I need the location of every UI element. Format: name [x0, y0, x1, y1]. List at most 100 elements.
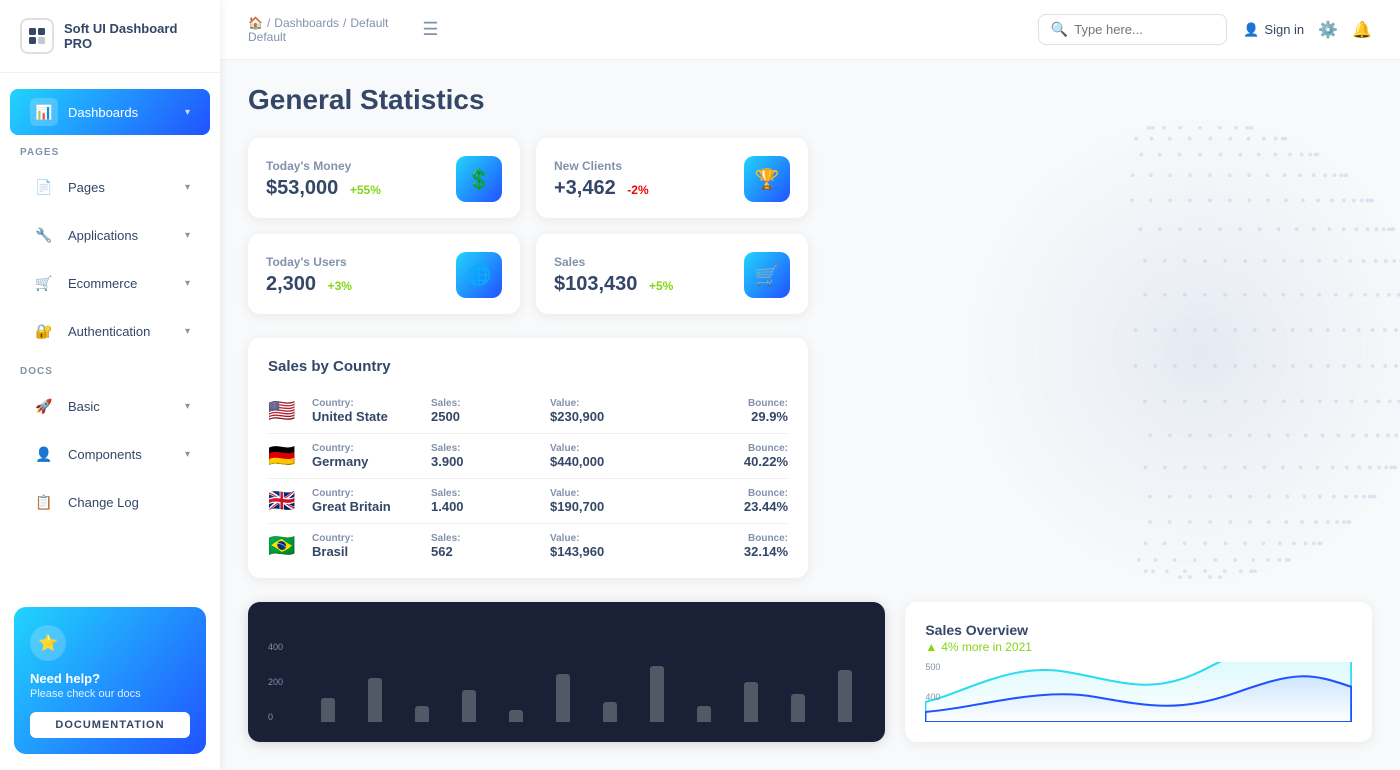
table-row: 🇧🇷 Country: Brasil Sales: 562 Value: $14…	[268, 524, 788, 568]
authentication-icon: 🔐	[30, 317, 58, 345]
stat-value-users: 2,300 +3%	[266, 273, 352, 296]
sidebar-item-components[interactable]: 👤 Components ▾	[10, 431, 210, 477]
sales-overview-card: Sales Overview ▲ 4% more in 2021	[905, 602, 1372, 742]
sidebar-item-label-dashboards: Dashboards	[68, 105, 138, 120]
user-circle-icon: 👤	[1243, 22, 1259, 38]
sidebar-item-label-pages: Pages	[68, 180, 105, 195]
chevron-basic-icon: ▾	[185, 401, 190, 412]
sidebar-item-label-applications: Applications	[68, 228, 138, 243]
stat-card-users: Today's Users 2,300 +3% 🌐	[248, 234, 520, 314]
sidebar-item-authentication[interactable]: 🔐 Authentication ▾	[10, 308, 210, 354]
pages-icon: 📄	[30, 173, 58, 201]
bar-item	[354, 678, 395, 722]
sidebar-item-changelog[interactable]: 📋 Change Log	[10, 479, 210, 525]
changelog-icon: 📋	[30, 488, 58, 516]
menu-toggle[interactable]: ☰	[414, 19, 446, 40]
sales-overview-trend: ▲ 4% more in 2021	[925, 640, 1352, 654]
chevron-down-icon: ▾	[185, 107, 190, 118]
home-icon[interactable]: 🏠	[248, 16, 263, 30]
page-title: General Statistics	[248, 84, 1372, 116]
sidebar-item-label-ecommerce: Ecommerce	[68, 276, 137, 291]
logo-icon	[20, 18, 54, 54]
content-area: General Statistics	[220, 60, 1400, 770]
breadcrumb: 🏠 / Dashboards / Default	[248, 16, 388, 30]
chevron-ecommerce-icon: ▾	[185, 278, 190, 289]
sales-icon: 🛒	[744, 252, 790, 298]
sidebar-item-pages[interactable]: 📄 Pages ▾	[10, 164, 210, 210]
stat-label-sales: Sales	[554, 255, 673, 269]
components-icon: 👤	[30, 440, 58, 468]
chevron-auth-icon: ▾	[185, 326, 190, 337]
bar-item	[542, 674, 583, 722]
stat-card-clients: New Clients +3,462 -2% 🏆	[536, 138, 808, 218]
sidebar-item-label-changelog: Change Log	[68, 495, 139, 510]
stat-value-money: $53,000 +55%	[266, 177, 381, 200]
bar-chart-bars	[307, 666, 865, 722]
bar-item	[777, 694, 818, 722]
stats-grid: Today's Money $53,000 +55% 💲 New Clients…	[248, 138, 808, 314]
documentation-button[interactable]: DOCUMENTATION	[30, 712, 190, 738]
bar-item	[824, 670, 865, 722]
bar-item	[730, 682, 771, 722]
chevron-applications-icon: ▾	[185, 230, 190, 241]
bar-item	[401, 706, 442, 722]
stat-badge-money: +55%	[350, 183, 381, 197]
chart-y-axis: 400 200 0	[268, 642, 283, 722]
sales-country-title: Sales by Country	[268, 358, 788, 375]
sales-by-country: Sales by Country 🇺🇸 Country: United Stat…	[248, 338, 808, 578]
bar-item	[683, 706, 724, 722]
bar-item	[495, 710, 536, 722]
sidebar-nav: 📊 Dashboards ▾ PAGES 📄 Pages ▾ 🔧 Applica…	[0, 73, 220, 597]
bar-item	[589, 702, 630, 722]
trend-arrow-icon: ▲	[925, 640, 937, 654]
breadcrumb-dashboards: Dashboards	[274, 16, 339, 30]
flag-br: 🇧🇷	[268, 533, 300, 559]
bell-icon[interactable]: 🔔	[1352, 20, 1372, 40]
sidebar-item-ecommerce[interactable]: 🛒 Ecommerce ▾	[10, 260, 210, 306]
table-row: 🇬🇧 Country: Great Britain Sales: 1.400 V…	[268, 479, 788, 524]
stat-badge-sales: +5%	[649, 279, 673, 293]
main-area: 🏠 / Dashboards / Default Default ☰ 🔍 👤 S…	[220, 0, 1400, 770]
stat-label-clients: New Clients	[554, 159, 649, 173]
chevron-components-icon: ▾	[185, 449, 190, 460]
users-icon: 🌐	[456, 252, 502, 298]
sidebar-item-applications[interactable]: 🔧 Applications ▾	[10, 212, 210, 258]
search-box[interactable]: 🔍	[1038, 14, 1227, 45]
bar-item	[636, 666, 677, 722]
bar-item	[448, 690, 489, 722]
sidebar-item-dashboards[interactable]: 📊 Dashboards ▾	[10, 89, 210, 135]
stat-card-sales: Sales $103,430 +5% 🛒	[536, 234, 808, 314]
breadcrumb-sep2: /	[343, 16, 346, 30]
section-label-pages: PAGES	[0, 137, 220, 162]
table-row: 🇺🇸 Country: United State Sales: 2500 Val…	[268, 389, 788, 434]
breadcrumb-area: 🏠 / Dashboards / Default Default	[248, 16, 388, 44]
help-star-icon: ⭐	[30, 625, 66, 661]
bottom-charts-row: 400 200 0 Sales Overview ▲ 4% more in 20…	[248, 602, 1372, 742]
ecommerce-icon: 🛒	[30, 269, 58, 297]
stat-label-money: Today's Money	[266, 159, 381, 173]
clients-icon: 🏆	[744, 156, 790, 202]
help-title: Need help?	[30, 671, 190, 686]
sidebar-logo: Soft UI Dashboard PRO	[0, 0, 220, 73]
signin-button[interactable]: 👤 Sign in	[1243, 22, 1304, 38]
stat-value-sales: $103,430 +5%	[554, 273, 673, 296]
breadcrumb-current: Default	[350, 16, 388, 30]
money-icon: 💲	[456, 156, 502, 202]
settings-icon[interactable]: ⚙️	[1318, 20, 1338, 40]
stat-badge-users: +3%	[328, 279, 352, 293]
sidebar-item-basic[interactable]: 🚀 Basic ▾	[10, 383, 210, 429]
sidebar-item-label-basic: Basic	[68, 399, 100, 414]
topbar: 🏠 / Dashboards / Default Default ☰ 🔍 👤 S…	[220, 0, 1400, 60]
search-input[interactable]	[1074, 22, 1214, 37]
chevron-pages-icon: ▾	[185, 182, 190, 193]
breadcrumb-sep1: /	[267, 16, 270, 30]
stat-badge-clients: -2%	[627, 183, 648, 197]
flag-gb: 🇬🇧	[268, 488, 300, 514]
dashboards-icon: 📊	[30, 98, 58, 126]
sidebar-help-box: ⭐ Need help? Please check our docs DOCUM…	[14, 607, 206, 754]
stat-value-clients: +3,462 -2%	[554, 177, 649, 200]
basic-icon: 🚀	[30, 392, 58, 420]
sidebar: Soft UI Dashboard PRO 📊 Dashboards ▾ PAG…	[0, 0, 220, 770]
flag-us: 🇺🇸	[268, 398, 300, 424]
app-name: Soft UI Dashboard PRO	[64, 21, 200, 51]
